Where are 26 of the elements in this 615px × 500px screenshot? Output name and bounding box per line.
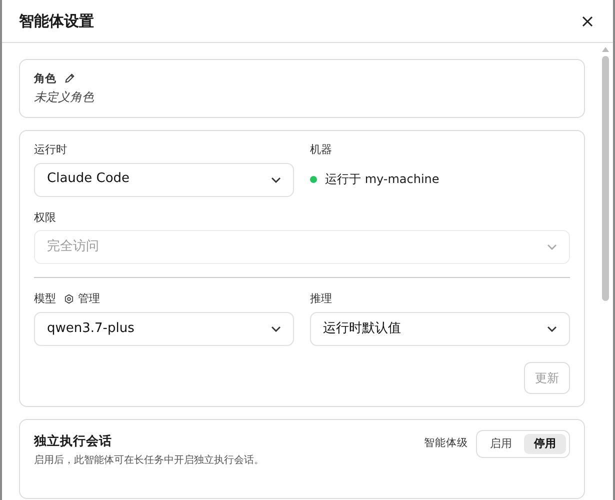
model-select[interactable]: qwen3.7-plus — [34, 312, 294, 346]
scrollbar-thumb[interactable] — [602, 56, 608, 301]
machine-label: 机器 — [310, 142, 333, 156]
model-label: 模型 — [34, 292, 56, 306]
section-description: 启用后，此智能体可在长任务中开启独立执行会话。 — [34, 454, 264, 468]
role-label: 角色 — [34, 72, 56, 86]
runtime-select[interactable]: Claude Code — [34, 162, 294, 196]
permission-label: 权限 — [34, 210, 57, 224]
pencil-icon[interactable] — [64, 73, 75, 84]
reasoning-label: 推理 — [310, 292, 333, 306]
scope-label: 智能体级 — [424, 437, 468, 450]
runtime-label: 运行时 — [34, 142, 68, 156]
chevron-down-icon — [547, 244, 557, 250]
section-title: 独立执行会话 — [34, 433, 113, 449]
toggle-option[interactable]: 停用 — [524, 434, 566, 454]
close-button[interactable] — [580, 14, 595, 28]
gear-icon — [64, 294, 74, 304]
role-value: 未定义角色 — [34, 90, 95, 105]
toggle-option[interactable]: 启用 — [480, 434, 522, 454]
chevron-down-icon — [271, 176, 281, 182]
reasoning-select[interactable]: 运行时默认值 — [310, 312, 570, 346]
machine-status: 运行于 my-machine — [325, 172, 440, 187]
chevron-down-icon — [271, 326, 281, 332]
dialog-title: 智能体设置 — [19, 12, 94, 30]
manage-link[interactable]: 管理 — [64, 292, 100, 306]
chevron-down-icon — [547, 326, 557, 332]
